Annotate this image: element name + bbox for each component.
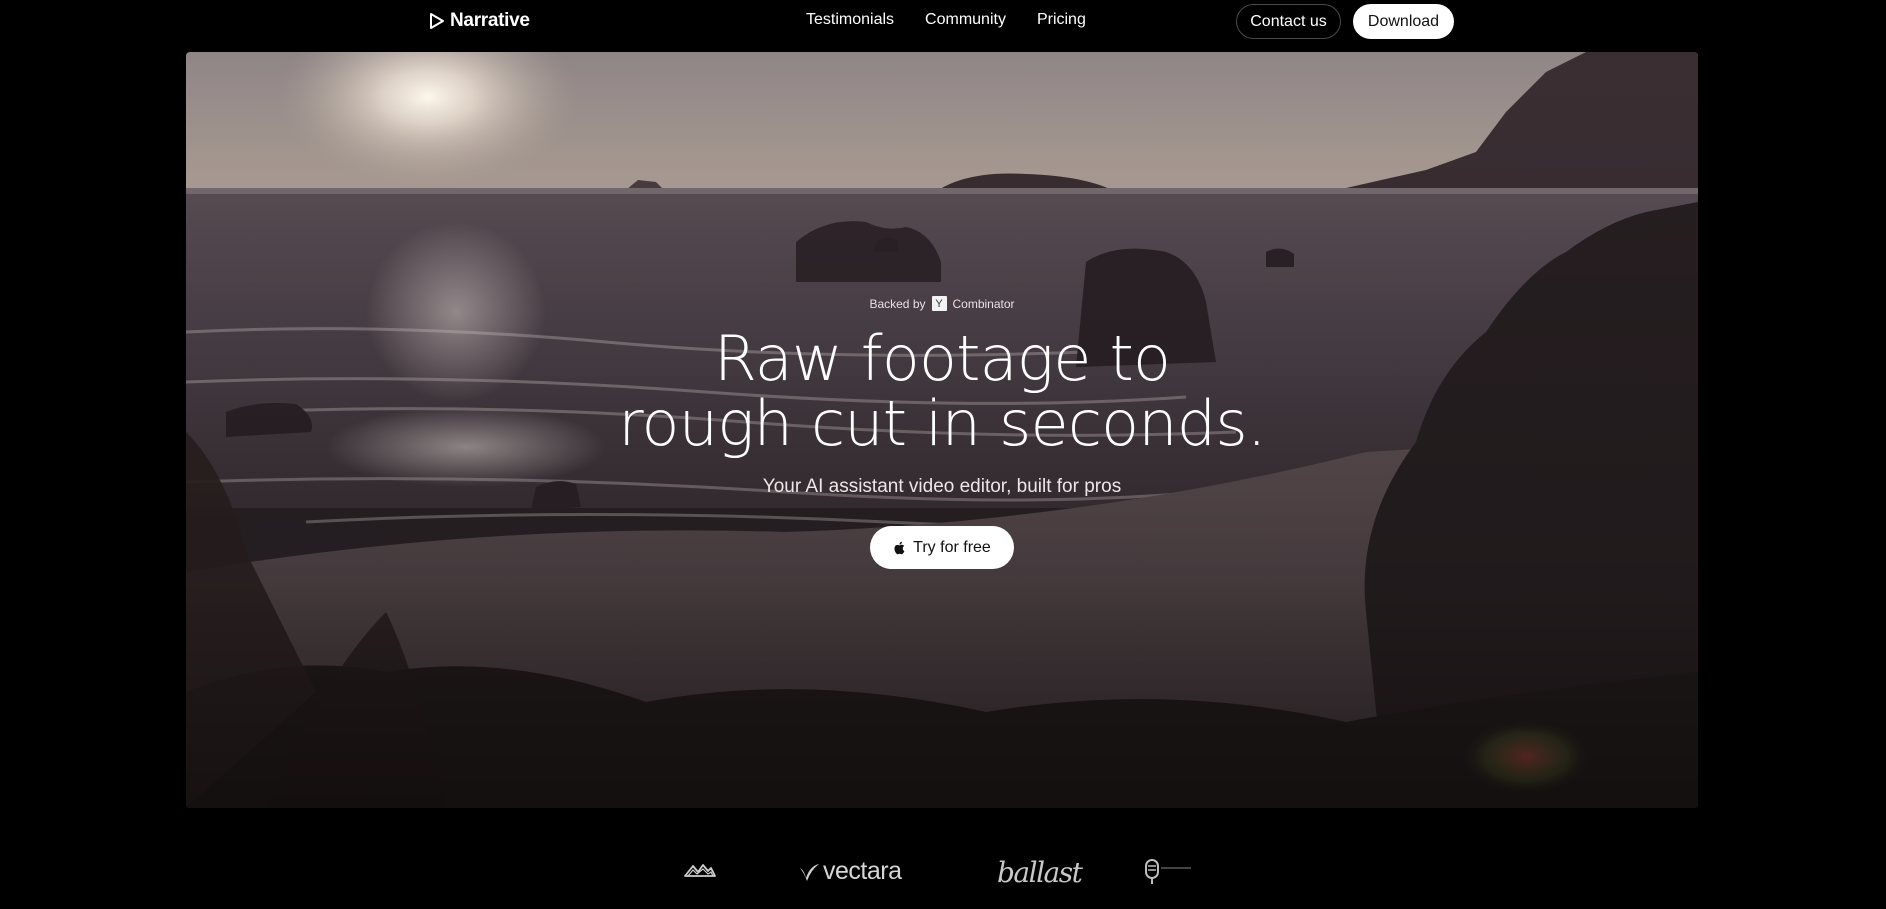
nav-link-community[interactable]: Community — [925, 11, 1006, 29]
play-triangle-icon — [430, 13, 444, 29]
brand-name: Narrative — [450, 10, 530, 31]
vectara-check-icon — [800, 863, 819, 881]
hero-content: Backed by Y Combinator Raw footage to ro… — [186, 52, 1698, 808]
brand-logo-link[interactable]: Narrative — [428, 9, 530, 33]
nav-links: Testimonials Community Pricing — [806, 11, 1086, 29]
backed-by-badge: Backed by Y Combinator — [186, 296, 1698, 311]
contact-us-button[interactable]: Contact us — [1236, 4, 1341, 39]
backed-by-suffix: Combinator — [952, 296, 1015, 311]
download-button[interactable]: Download — [1353, 4, 1454, 39]
hero-headline: Raw footage to rough cut in seconds. — [186, 326, 1698, 456]
vectara-wordmark: vectara — [823, 857, 902, 885]
nav-actions: Contact us Download — [1236, 4, 1454, 39]
try-for-free-button[interactable]: Try for free — [870, 526, 1014, 569]
backed-by-prefix: Backed by — [869, 296, 926, 311]
microphone-logo-icon — [1145, 859, 1191, 884]
try-for-free-label: Try for free — [913, 538, 991, 556]
customer-logos: vectara ballast — [0, 850, 1886, 900]
ballast-logo: ballast — [997, 856, 1083, 889]
hero-headline-line-1: Raw footage to — [713, 322, 1171, 395]
hero-subheadline: Your AI assistant video editor, built fo… — [762, 476, 1122, 497]
hero-section: Backed by Y Combinator Raw footage to ro… — [186, 52, 1698, 808]
top-navigation: Narrative Testimonials Community Pricing… — [0, 0, 1886, 42]
nav-link-testimonials[interactable]: Testimonials — [806, 11, 894, 29]
mountains-logo-icon — [684, 864, 716, 877]
apple-icon — [894, 541, 905, 554]
nav-link-pricing[interactable]: Pricing — [1037, 11, 1086, 29]
vectara-logo: vectara — [798, 857, 902, 886]
y-combinator-logo: Y — [931, 296, 947, 311]
hero-headline-line-2: rough cut in seconds. — [618, 387, 1266, 460]
